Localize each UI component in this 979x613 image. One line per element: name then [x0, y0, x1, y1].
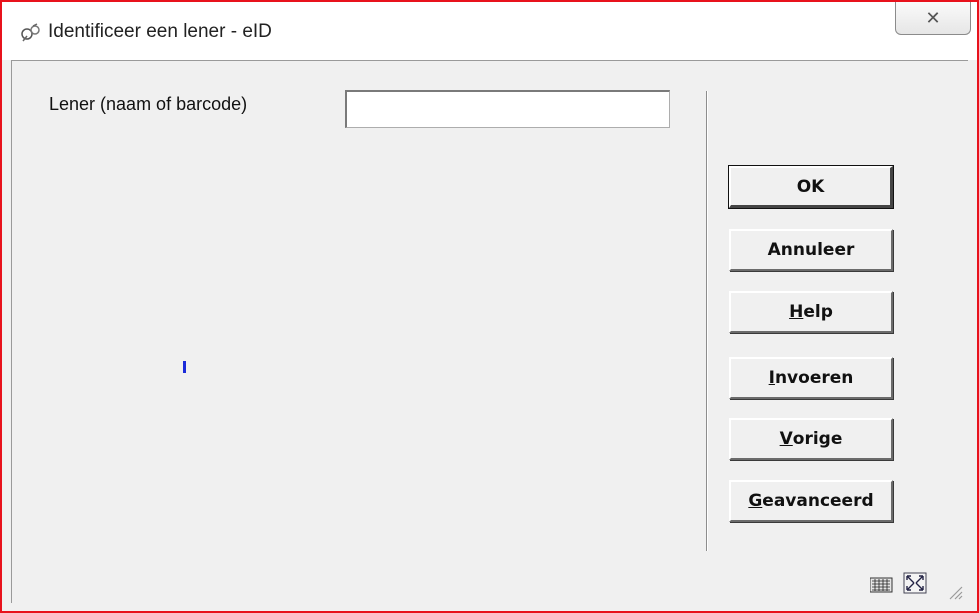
invoeren-button[interactable]: Invoeren	[729, 357, 893, 399]
text-cursor	[183, 361, 186, 373]
help-button[interactable]: Help	[729, 291, 893, 333]
maximize-icon[interactable]	[903, 572, 927, 594]
app-icon	[21, 23, 40, 42]
geavanceerd-button[interactable]: Geavanceerd	[729, 480, 893, 522]
window-title: Identificeer een lener - eID	[48, 21, 272, 42]
dialog-window: Identificeer een lener - eID ✕ Lener (na…	[0, 0, 979, 613]
ok-button[interactable]: OK	[728, 165, 894, 209]
dialog-body: Lener (naam of barcode) OK Annuleer Help…	[11, 60, 968, 603]
status-icons	[870, 572, 927, 594]
keyboard-icon[interactable]	[870, 577, 893, 593]
lener-label: Lener (naam of barcode)	[49, 94, 248, 114]
close-button[interactable]: ✕	[895, 2, 971, 35]
vertical-divider	[706, 91, 708, 551]
ok-button-label: OK	[796, 176, 825, 197]
help-button-label: elp	[803, 302, 833, 322]
vorige-button-label: orige	[792, 429, 843, 449]
annuleer-button-label: Annuleer	[767, 240, 855, 260]
lener-input[interactable]	[345, 90, 670, 128]
annuleer-button[interactable]: Annuleer	[729, 229, 893, 271]
close-icon: ✕	[925, 7, 941, 29]
invoeren-button-label: nvoeren	[774, 368, 854, 388]
resize-grip-icon[interactable]	[947, 584, 963, 600]
geavanceerd-button-label: eavanceerd	[762, 491, 874, 511]
vorige-mnemonic: V	[779, 429, 793, 449]
help-mnemonic: H	[789, 302, 804, 322]
geavanceerd-mnemonic: G	[748, 491, 763, 511]
title-bar: Identificeer een lener - eID ✕	[2, 2, 977, 60]
vorige-button[interactable]: Vorige	[729, 418, 893, 460]
